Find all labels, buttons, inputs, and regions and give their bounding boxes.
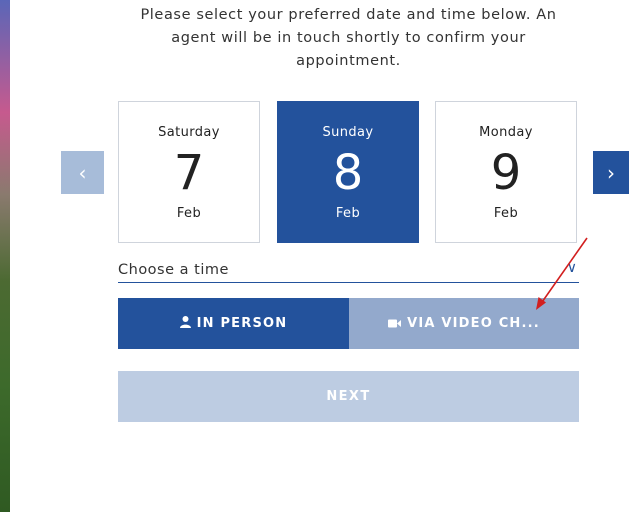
- date-weekday: Sunday: [322, 125, 374, 140]
- chevron-down-icon: ∨: [566, 260, 577, 276]
- time-select-label: Choose a time: [118, 262, 229, 278]
- video-camera-icon: [388, 317, 402, 331]
- date-weekday: Saturday: [158, 125, 220, 140]
- background-photo-strip: [0, 0, 10, 512]
- date-weekday: Monday: [479, 125, 533, 140]
- date-card-monday[interactable]: Monday 9 Feb: [435, 101, 577, 243]
- date-day-number: 7: [173, 145, 205, 201]
- date-card-sunday[interactable]: Sunday 8 Feb: [277, 101, 419, 243]
- previous-dates-button[interactable]: ‹: [61, 151, 104, 194]
- date-day-number: 8: [332, 145, 364, 201]
- in-person-label: IN PERSON: [196, 316, 288, 331]
- next-dates-button[interactable]: ›: [593, 151, 629, 194]
- date-month: Feb: [493, 206, 519, 221]
- person-icon: [179, 316, 191, 331]
- date-card-saturday[interactable]: Saturday 7 Feb: [118, 101, 260, 243]
- chevron-right-icon: ›: [607, 160, 615, 185]
- chevron-left-icon: ‹: [78, 160, 87, 185]
- video-call-label: VIA VIDEO CH...: [407, 316, 540, 331]
- date-month: Feb: [335, 206, 361, 221]
- next-button[interactable]: NEXT: [118, 371, 579, 422]
- in-person-button[interactable]: IN PERSON: [118, 298, 349, 349]
- intro-text: Please select your preferred date and ti…: [140, 7, 557, 69]
- video-call-button[interactable]: VIA VIDEO CH...: [349, 298, 579, 349]
- time-select-dropdown[interactable]: Choose a time ∨: [118, 259, 579, 283]
- red-annotation-arrow: [536, 237, 588, 310]
- date-day-number: 9: [490, 145, 522, 201]
- date-month: Feb: [176, 206, 202, 221]
